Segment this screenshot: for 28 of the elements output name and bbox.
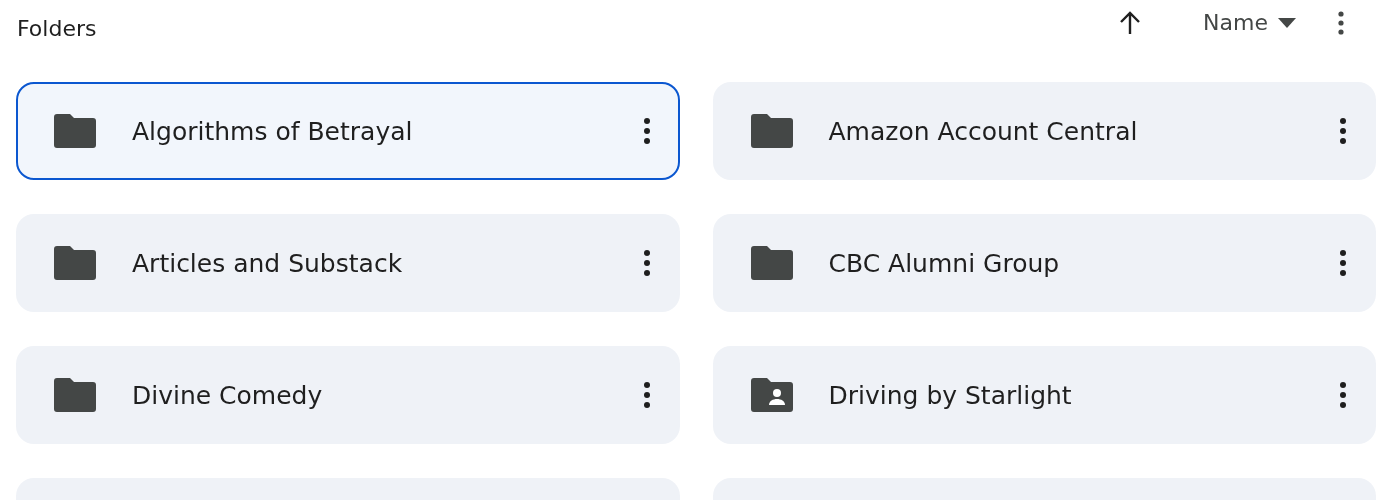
folder-name: Algorithms of Betrayal — [132, 116, 414, 146]
folder-card[interactable]: Articles and Substack — [16, 214, 680, 312]
folder-card[interactable]: Amazon Account Central — [712, 82, 1376, 180]
folder-card[interactable]: CBC Alumni Group — [712, 214, 1376, 312]
more-icon — [643, 382, 650, 408]
more-icon — [643, 118, 650, 144]
folder-icon — [750, 114, 793, 148]
more-icon — [1340, 118, 1346, 144]
folder-icon — [750, 246, 793, 280]
shared-folder-icon — [750, 378, 793, 412]
folder-icon — [54, 114, 96, 148]
folder-name: Amazon Account Central — [828, 116, 1139, 146]
folder-card[interactable]: Divine Comedy — [16, 346, 680, 444]
folder-name: CBC Alumni Group — [828, 248, 1061, 278]
more-icon — [1340, 250, 1346, 276]
folder-name: Divine Comedy — [132, 380, 324, 410]
more-icon — [1338, 10, 1344, 35]
more-icon — [1340, 382, 1346, 408]
section-title: Folders — [17, 16, 97, 41]
caret-icon — [1278, 17, 1296, 28]
sort-by-button[interactable]: Name — [1191, 4, 1308, 41]
folder-name: Driving by Starlight — [828, 380, 1073, 410]
folder-icon — [54, 246, 96, 280]
folder-name: Articles and Substack — [132, 248, 404, 278]
more-icon — [643, 250, 650, 276]
folder-card[interactable]: Driving by Starlight — [712, 346, 1376, 444]
folder-card[interactable]: Algorithms of Betrayal — [16, 82, 680, 180]
folder-icon — [54, 378, 96, 412]
